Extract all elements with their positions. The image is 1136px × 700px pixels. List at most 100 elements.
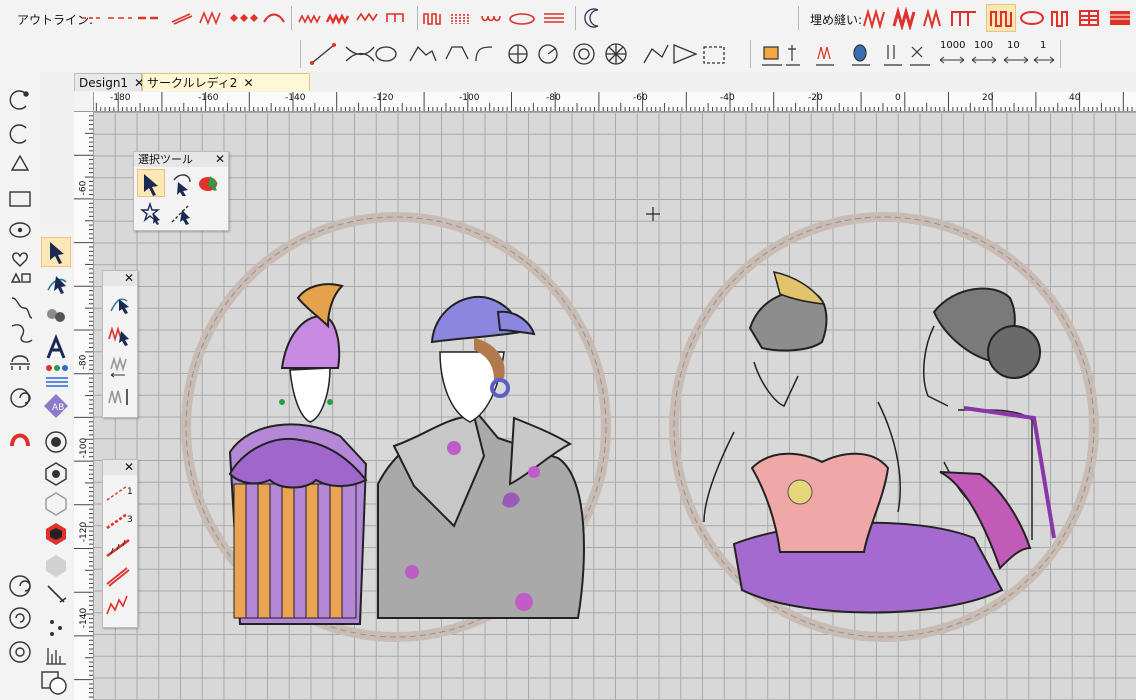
ruler-label: -100 (79, 437, 90, 459)
ruler-label: -60 (633, 93, 648, 103)
palette-title-bar[interactable]: ✕ (103, 460, 137, 475)
ruler-label: -80 (546, 93, 561, 103)
stitch-edit-icons[interactable] (760, 39, 940, 69)
outline-sample-icons[interactable] (297, 8, 417, 28)
tab-label: サークルレディ2 (147, 76, 238, 90)
ruler-label: -120 (79, 521, 90, 543)
ruler-label: -40 (720, 93, 735, 103)
monogram-icon[interactable]: AB (42, 392, 70, 420)
stitch-tool-palette: ✕ 1 3 (102, 459, 138, 628)
svg-text:AB: AB (52, 403, 64, 413)
jump-100[interactable]: 100 (974, 40, 993, 51)
run-stitch-3-icon[interactable]: 3 (105, 508, 135, 532)
palette-title-bar[interactable]: ✕ (103, 271, 137, 286)
stitch-jump-counts: 1000 100 10 1 (940, 40, 1050, 54)
ruler-label: -120 (373, 93, 394, 103)
design-canvas[interactable] (94, 112, 1136, 700)
stitch-count-label: 1 (127, 487, 133, 497)
color-select-icon[interactable] (196, 170, 222, 196)
tab-label: Design1 (79, 76, 129, 90)
jump-1[interactable]: 1 (1040, 40, 1046, 51)
tab-circle-lady-2[interactable]: サークルレディ2 ✕ (142, 73, 310, 91)
drawing-toolbar: 1000 100 10 1 (0, 36, 1136, 72)
hexagon-red-icon[interactable] (42, 520, 70, 548)
triple-stitch-icon[interactable] (105, 536, 135, 560)
text-tool-icon[interactable] (42, 334, 70, 362)
outline-fill-toolbar: アウトライン: 埋め縫い: (0, 0, 1136, 37)
stitch-select-icon[interactable] (107, 321, 133, 347)
palette-close-icon[interactable]: ✕ (124, 271, 134, 286)
knife-tool-icon[interactable] (42, 580, 70, 608)
measure-tool-icon[interactable] (42, 640, 70, 668)
jump-10[interactable]: 10 (1007, 40, 1020, 51)
select-arrow-icon[interactable] (41, 237, 71, 267)
select-arrow-icon[interactable] (137, 169, 165, 197)
tab-design1[interactable]: Design1 ✕ (74, 73, 144, 91)
fill-extra-icons[interactable] (1018, 6, 1136, 30)
shape-tools-icons[interactable] (6, 86, 34, 462)
vertical-ruler: -60 -80 -100 -120 -140 (74, 111, 94, 700)
tab-close-icon[interactable]: ✕ (243, 76, 253, 90)
left-toolbar (0, 72, 40, 700)
outline-styles-icons[interactable] (80, 8, 286, 28)
team-names-icon[interactable] (42, 362, 70, 388)
fill-stitch-icons[interactable] (422, 8, 572, 28)
ruler-label: -160 (198, 93, 219, 103)
select-tool-palette: 選択ツール ✕ (133, 151, 229, 231)
satin-stitch-icon[interactable] (105, 564, 135, 588)
separator (1060, 40, 1061, 68)
separator (750, 40, 751, 68)
separator (417, 6, 418, 30)
fill-type-selected-icon[interactable] (986, 4, 1016, 32)
applique-circle-icon[interactable] (42, 428, 70, 456)
ruler-label: -20 (808, 93, 823, 103)
mirror-tool-icon[interactable] (42, 302, 70, 328)
separator (291, 6, 292, 30)
ruler-corner[interactable] (74, 92, 94, 112)
stitch-move-icon[interactable] (107, 353, 133, 379)
star-select-icon[interactable] (138, 200, 164, 226)
left-circle-design (181, 212, 611, 642)
right-circle-design (669, 212, 1099, 642)
ruler-ticks (74, 92, 1136, 111)
ruler-label: -140 (285, 93, 306, 103)
monogram-tools-icons[interactable] (6, 572, 34, 668)
ruler-label: -60 (78, 180, 89, 196)
ruler-label: -140 (79, 607, 90, 629)
hexagon-gray-icon[interactable] (42, 552, 70, 580)
edit-tool-palette: ✕ (102, 270, 138, 418)
palette-title-bar[interactable]: 選択ツール ✕ (134, 152, 228, 167)
fill-label: 埋め縫い: (810, 13, 863, 27)
jump-1000[interactable]: 1000 (940, 40, 965, 51)
ruler-label: -100 (459, 93, 480, 103)
palette-title: 選択ツール (138, 153, 193, 166)
digitize-tools-icons[interactable] (306, 39, 746, 69)
ruler-label: -80 (78, 354, 89, 370)
palette-close-icon[interactable]: ✕ (215, 152, 225, 167)
horizontal-ruler: -180 -160 -140 -120 -100 -80 -60 -40 -20… (74, 92, 1136, 112)
separator (575, 6, 576, 30)
stitch-count-label: 3 (127, 515, 133, 525)
ruler-label: -180 (110, 93, 131, 103)
reshape-tool-icon[interactable] (42, 270, 70, 298)
crescent-icon[interactable] (580, 5, 606, 31)
run-stitch-1-icon[interactable]: 1 (105, 480, 135, 504)
hexagon-tool-icon[interactable] (42, 460, 70, 488)
stitch-insert-icon[interactable] (107, 383, 133, 409)
overlay-shapes-icon[interactable] (40, 668, 70, 698)
jump-arrows-icons[interactable] (938, 54, 1058, 66)
ruler-label: 20 (982, 93, 994, 103)
embroidery-design (181, 207, 1099, 642)
palette-close-icon[interactable]: ✕ (124, 460, 134, 475)
hexagon-outline-icon[interactable] (42, 490, 70, 518)
lasso-select-icon[interactable] (168, 170, 194, 196)
reshape-arrow-icon[interactable] (107, 291, 133, 317)
separator (300, 40, 301, 68)
points-tool-icon[interactable] (42, 612, 70, 640)
zigzag-stitch-icon[interactable] (105, 592, 135, 618)
left-toolbar-secondary: AB (40, 226, 72, 700)
line-select-icon[interactable] (168, 200, 194, 226)
document-tabs: Design1 ✕ サークルレディ2 ✕ (72, 72, 1136, 92)
fill-types-icons[interactable] (860, 6, 984, 30)
crosshair-cursor-icon (646, 207, 660, 221)
